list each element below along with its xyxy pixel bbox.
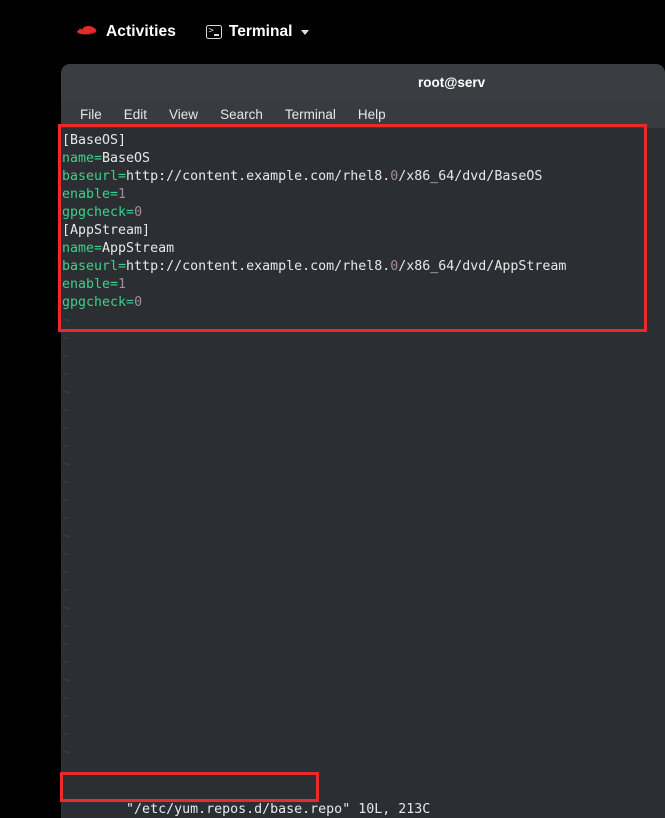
red-hat-logo-icon bbox=[77, 26, 97, 35]
ini-value: /x86_64/dvd/AppStream bbox=[398, 259, 567, 274]
menu-item-view[interactable]: View bbox=[158, 102, 209, 128]
vim-empty-line-marker: ~ bbox=[62, 367, 71, 382]
gnome-top-bar: Activities Terminal bbox=[0, 0, 665, 64]
activities-button[interactable]: Activities bbox=[72, 17, 180, 47]
ini-key: baseurl= bbox=[62, 259, 127, 274]
ini-key: name= bbox=[62, 241, 103, 256]
ini-key: baseurl= bbox=[62, 169, 127, 184]
activities-label: Activities bbox=[106, 23, 176, 40]
ini-key: enable= bbox=[62, 277, 119, 292]
ini-value: /x86_64/dvd/BaseOS bbox=[398, 169, 543, 184]
vim-empty-line-marker: ~ bbox=[62, 637, 71, 652]
vim-empty-line-marker: ~ bbox=[62, 529, 71, 544]
terminal-window: root@serv File Edit View Search Terminal… bbox=[61, 64, 665, 818]
vim-buffer-line: [BaseOS] bbox=[61, 132, 665, 150]
vim-buffer-line: enable=1 bbox=[61, 276, 665, 294]
vim-empty-line-marker: ~ bbox=[62, 421, 71, 436]
vim-status-metrics: 10L, 213C bbox=[350, 802, 431, 817]
vim-empty-line-marker: ~ bbox=[62, 619, 71, 634]
vim-buffer-line: gpgcheck=0 bbox=[61, 294, 665, 312]
vim-buffer-lines: [BaseOS] name=BaseOS baseurl=http://conten… bbox=[61, 132, 665, 762]
ini-key: enable= bbox=[62, 187, 119, 202]
ini-section-header: [AppStream] bbox=[62, 223, 151, 238]
vim-buffer-line: baseurl=http://content.example.com/rhel8… bbox=[61, 168, 665, 186]
vim-empty-line-marker: ~ bbox=[62, 709, 71, 724]
vim-empty-line-marker: ~ bbox=[62, 385, 71, 400]
ini-key: gpgcheck= bbox=[62, 205, 135, 220]
window-titlebar[interactable]: root@serv bbox=[61, 64, 665, 102]
vim-empty-line-marker: ~ bbox=[62, 493, 71, 508]
vim-empty-line-marker: ~ bbox=[62, 745, 71, 760]
ini-key: gpgcheck= bbox=[62, 295, 135, 310]
vim-empty-line-marker: ~ bbox=[62, 403, 71, 418]
menu-bar: File Edit View Search Terminal Help bbox=[61, 102, 665, 128]
menu-item-search[interactable]: Search bbox=[209, 102, 274, 128]
ini-value: http://content.example.com/rhel8. bbox=[126, 259, 391, 274]
vim-empty-line-marker: ~ bbox=[62, 439, 71, 454]
menu-item-help[interactable]: Help bbox=[347, 102, 397, 128]
terminal-icon bbox=[205, 24, 222, 39]
ini-value: AppStream bbox=[102, 241, 175, 256]
vim-buffer-line: name=AppStream bbox=[61, 240, 665, 258]
vim-buffer-line: [AppStream] bbox=[61, 222, 665, 240]
ini-number-value: 0 bbox=[134, 295, 143, 310]
vim-buffer-line: enable=1 bbox=[61, 186, 665, 204]
chevron-down-icon bbox=[301, 29, 310, 35]
ini-key: name= bbox=[62, 151, 103, 166]
vim-status-filename: "/etc/yum.repos.d/base.repo" bbox=[126, 802, 351, 817]
ini-number-value: 0 bbox=[134, 205, 143, 220]
screen: Activities Terminal root@serv File Edit … bbox=[0, 0, 665, 818]
vim-buffer-line: gpgcheck=0 bbox=[61, 204, 665, 222]
window-title: root@serv bbox=[418, 75, 486, 90]
ini-value: http://content.example.com/rhel8. bbox=[126, 169, 391, 184]
vim-empty-line-marker: ~ bbox=[62, 673, 71, 688]
vim-empty-line-marker: ~ bbox=[62, 691, 71, 706]
vim-editor-area[interactable]: [BaseOS] name=BaseOS baseurl=http://conten… bbox=[61, 128, 665, 818]
ini-value: BaseOS bbox=[102, 151, 151, 166]
vim-empty-line-marker: ~ bbox=[62, 313, 71, 328]
vim-empty-line-marker: ~ bbox=[62, 583, 71, 598]
ini-number-value: 1 bbox=[118, 187, 127, 202]
ini-number-value: 1 bbox=[118, 277, 127, 292]
menu-item-edit[interactable]: Edit bbox=[113, 102, 158, 128]
vim-empty-line-marker: ~ bbox=[62, 511, 71, 526]
vim-empty-line-marker: ~ bbox=[62, 349, 71, 364]
vim-empty-line-marker: ~ bbox=[62, 727, 71, 742]
vim-empty-line-marker: ~ bbox=[62, 547, 71, 562]
vim-status-line: "/etc/yum.repos.d/base.repo" 10L, 213C bbox=[61, 780, 665, 817]
vim-empty-line-marker: ~ bbox=[62, 475, 71, 490]
app-menu-label: Terminal bbox=[228, 23, 293, 40]
vim-buffer-line: baseurl=http://content.example.com/rhel8… bbox=[61, 258, 665, 276]
ini-section-header: [BaseOS] bbox=[62, 133, 127, 148]
menu-item-terminal[interactable]: Terminal bbox=[274, 102, 347, 128]
vim-empty-line-marker: ~ bbox=[62, 655, 71, 670]
vim-empty-line-marker: ~ bbox=[62, 565, 71, 580]
vim-empty-line-marker: ~ bbox=[62, 601, 71, 616]
menu-item-file[interactable]: File bbox=[69, 102, 113, 128]
vim-buffer-line: name=BaseOS bbox=[61, 150, 665, 168]
app-menu-terminal[interactable]: Terminal bbox=[202, 17, 313, 47]
vim-empty-line-marker: ~ bbox=[62, 457, 71, 472]
vim-empty-line-marker: ~ bbox=[62, 331, 71, 346]
